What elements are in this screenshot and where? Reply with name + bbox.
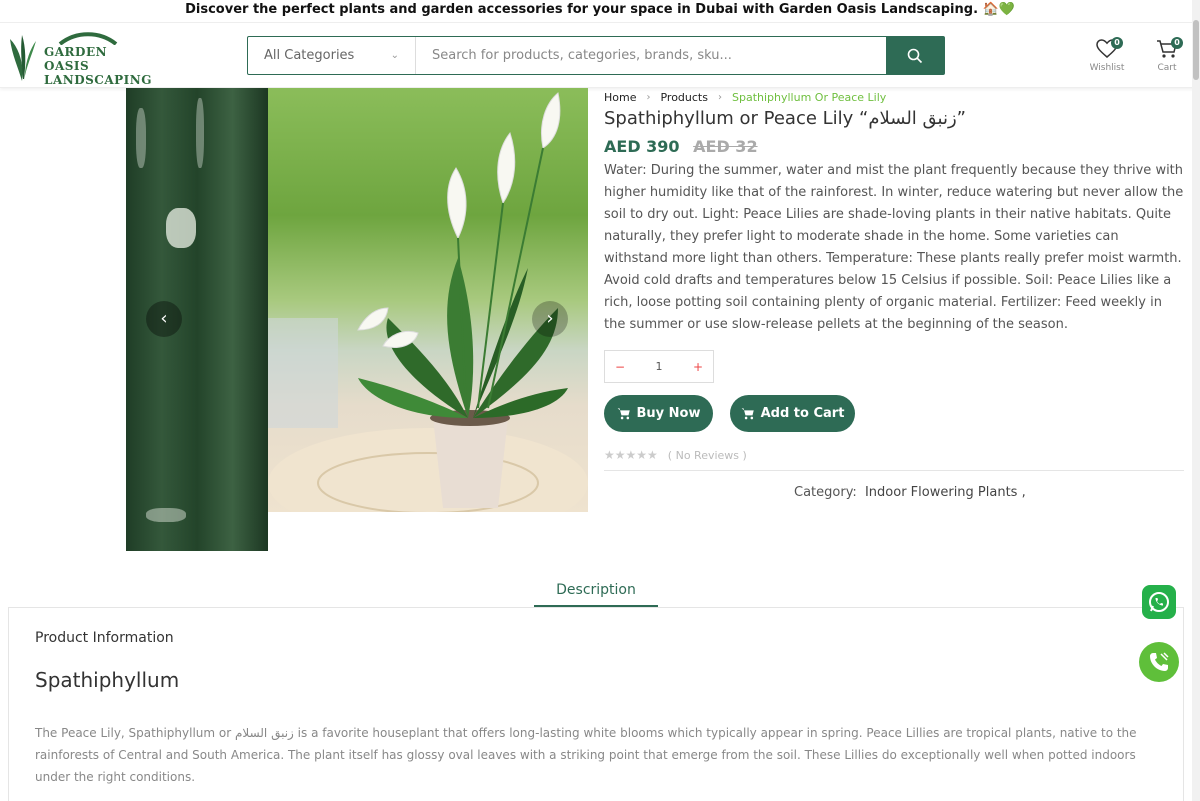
promo-banner: Discover the perfect plants and garden a… (0, 0, 1200, 22)
breadcrumb: Home › Products › Spathiphyllum Or Peace… (604, 91, 1184, 104)
peace-lily-image (268, 92, 588, 512)
divider (604, 470, 1184, 471)
product-rating: ★★★★★ ( No Reviews ) (604, 448, 1184, 462)
add-to-cart-label: Add to Cart (760, 406, 845, 421)
brand-line1: GARDEN OASIS (44, 45, 108, 73)
cart-count: 0 (1171, 37, 1183, 49)
product-description: Water: During the summer, water and mist… (604, 163, 1184, 332)
chevron-right-icon: › (646, 92, 651, 103)
category-label: Category: (794, 485, 857, 500)
page-scrollbar[interactable] (1192, 0, 1200, 801)
breadcrumb-products[interactable]: Products (660, 91, 708, 104)
product-title: Spathiphyllum or Peace Lily “زنبق السلام… (604, 108, 966, 129)
logo-arc-icon (58, 32, 118, 45)
cart-icon (741, 408, 754, 420)
breadcrumb-home[interactable]: Home (604, 91, 636, 104)
cart-label: Cart (1157, 63, 1177, 73)
product-actions: Buy Now Add to Cart (604, 395, 1184, 432)
chevron-right-icon: › (546, 308, 554, 329)
brand-logo[interactable]: GARDEN OASIS LANDSCAPING (8, 31, 152, 87)
panel-label: Product Information (35, 630, 174, 646)
chevron-down-icon: ⌄ (390, 50, 399, 61)
current-price: AED 390 (604, 137, 680, 156)
cart-button[interactable]: 0 Cart (1147, 37, 1187, 73)
tab-description-label: Description (556, 582, 636, 598)
buy-now-label: Buy Now (636, 406, 701, 421)
site-header: GARDEN OASIS LANDSCAPING All Categories … (0, 22, 1200, 88)
wishlist-label: Wishlist (1089, 63, 1125, 73)
chevron-left-icon: ‹ (160, 308, 168, 329)
search-button[interactable] (886, 37, 944, 74)
call-button[interactable] (1139, 642, 1179, 682)
gallery-prev-button[interactable]: ‹ (146, 301, 182, 337)
brand-line2: LANDSCAPING (44, 73, 153, 87)
quantity-stepper: − 1 + (604, 350, 714, 383)
qty-value[interactable]: 1 (656, 360, 663, 373)
promo-text: Discover the perfect plants and garden a… (185, 2, 1015, 17)
buy-now-button[interactable]: Buy Now (604, 395, 713, 432)
reviews-link[interactable]: ( No Reviews ) (668, 449, 747, 462)
category-link[interactable]: Indoor Flowering Plants , (865, 485, 1026, 500)
panel-heading: Spathiphyllum (35, 668, 180, 692)
add-to-cart-button[interactable]: Add to Cart (730, 395, 855, 432)
category-select[interactable]: All Categories ⌄ (248, 37, 416, 74)
product-gallery: ‹ › (126, 88, 588, 551)
search-input[interactable] (416, 37, 886, 74)
chevron-right-icon: › (717, 92, 722, 103)
tab-description[interactable]: Description (534, 575, 658, 607)
old-price: AED 32 (693, 137, 758, 156)
wishlist-count: 0 (1111, 37, 1123, 49)
product-main-image[interactable] (268, 88, 588, 512)
category-select-label: All Categories (264, 48, 355, 63)
gallery-next-button[interactable]: › (532, 301, 568, 337)
phone-icon (1150, 652, 1169, 671)
breadcrumb-current: Spathiphyllum Or Peace Lily (731, 91, 887, 104)
panel-text: The Peace Lily, Spathiphyllum or زنبق ال… (35, 726, 1137, 784)
cart-icon (617, 408, 630, 420)
description-panel: Product Information Spathiphyllum The Pe… (8, 607, 1184, 801)
product-price: AED 390 AED 32 (604, 137, 1184, 156)
search-bar: All Categories ⌄ (247, 36, 945, 75)
leaf-logo-icon (10, 35, 36, 81)
scrollbar-thumb[interactable] (1193, 20, 1199, 80)
whatsapp-button[interactable] (1142, 585, 1176, 619)
product-category: Category: Indoor Flowering Plants , (794, 485, 1184, 500)
search-icon (907, 48, 923, 63)
qty-increase-button[interactable]: + (693, 360, 703, 374)
wishlist-button[interactable]: 0 Wishlist (1087, 37, 1127, 73)
whatsapp-icon (1149, 592, 1169, 612)
product-info: Home › Products › Spathiphyllum Or Peace… (604, 88, 1184, 500)
star-rating-icon: ★★★★★ (604, 448, 658, 462)
qty-decrease-button[interactable]: − (615, 360, 625, 374)
